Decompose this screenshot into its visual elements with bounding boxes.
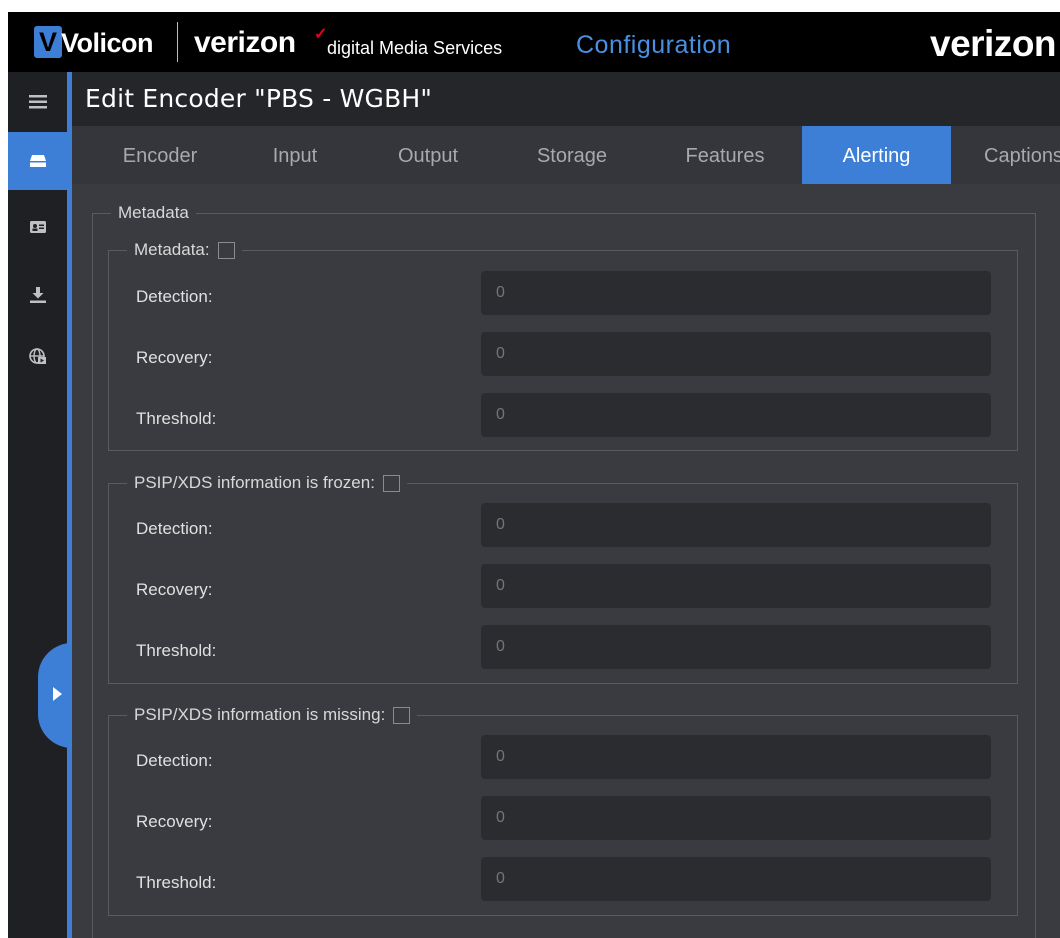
tab-captions[interactable]: Captions: [984, 126, 1060, 184]
detection-label: Detection:: [136, 519, 213, 538]
psip-frozen-detection-input[interactable]: [481, 503, 991, 547]
recovery-label: Recovery:: [136, 812, 213, 831]
tab-input[interactable]: Input: [243, 126, 347, 184]
alerting-content-panel: Metadata Metadata: Detection: Recovery: …: [72, 184, 1060, 938]
chevron-right-icon: [53, 687, 62, 701]
psip-missing-detection-input[interactable]: [481, 735, 991, 779]
verizon-right-wordmark: verizon: [930, 23, 1057, 64]
top-brand-bar: V Volicon verizon ✓ digital Media Servic…: [8, 12, 1060, 72]
tab-alerting[interactable]: Alerting: [802, 126, 951, 184]
threshold-label: Threshold:: [136, 873, 217, 892]
metadata-recovery-input[interactable]: [481, 332, 991, 376]
encoders-nav-button[interactable]: [8, 132, 68, 190]
metadata-section-title: Metadata: [118, 203, 189, 222]
psip-missing-legend: PSIP/XDS information is missing:: [127, 706, 417, 724]
menu-icon: [29, 95, 47, 109]
psip-frozen-checkbox[interactable]: [382, 474, 400, 492]
psip-missing-checkbox[interactable]: [393, 706, 411, 724]
tab-storage[interactable]: Storage: [507, 126, 637, 184]
metadata-alert-checkbox[interactable]: [217, 241, 235, 259]
verizon-wordmark: verizon: [194, 26, 296, 59]
metadata-threshold-input[interactable]: [481, 393, 991, 437]
globe-video-icon: [29, 348, 46, 364]
tab-bar: Encoder Input Output Storage Features Al…: [72, 126, 1060, 184]
brand-divider: [177, 22, 178, 62]
logo-letter: V: [39, 27, 58, 57]
page-title: Edit Encoder "PBS - WGBH": [85, 84, 433, 113]
encoder-icon: [30, 155, 46, 167]
metadata-alert-legend: Metadata:: [127, 241, 242, 259]
tab-output[interactable]: Output: [368, 126, 488, 184]
metadata-detection-input[interactable]: [481, 271, 991, 315]
tab-features[interactable]: Features: [660, 126, 790, 184]
psip-frozen-label: PSIP/XDS information is frozen:: [134, 473, 375, 492]
psip-frozen-threshold-input[interactable]: [481, 625, 991, 669]
digital-media-services-text: digital Media Services: [327, 38, 503, 58]
psip-missing-recovery-input[interactable]: [481, 796, 991, 840]
metadata-alert-label: Metadata:: [134, 240, 210, 259]
left-nav-rail: [8, 72, 68, 938]
psip-missing-threshold-input[interactable]: [481, 857, 991, 901]
detection-label: Detection:: [136, 287, 213, 306]
contact-card-icon: [30, 221, 46, 233]
download-nav-button[interactable]: [8, 268, 68, 322]
volicon-logo-mark: V: [34, 26, 62, 58]
menu-button[interactable]: [8, 72, 68, 132]
psip-missing-label: PSIP/XDS information is missing:: [134, 705, 386, 724]
recovery-label: Recovery:: [136, 348, 213, 367]
panel-expander-button[interactable]: [38, 643, 72, 748]
page-header: Edit Encoder "PBS - WGBH": [72, 72, 1060, 126]
psip-frozen-recovery-input[interactable]: [481, 564, 991, 608]
section-title: Configuration: [576, 31, 732, 59]
threshold-label: Threshold:: [136, 641, 217, 660]
threshold-label: Threshold:: [136, 409, 217, 428]
verizon-check-mark: ✓: [314, 26, 328, 43]
psip-frozen-legend: PSIP/XDS information is frozen:: [127, 474, 407, 492]
volicon-logo-text: Volicon: [61, 28, 154, 58]
detection-label: Detection:: [136, 751, 213, 770]
contacts-nav-button[interactable]: [8, 200, 68, 254]
streaming-nav-button[interactable]: [8, 330, 68, 384]
download-icon: [30, 287, 46, 303]
metadata-section-legend: Metadata: [111, 204, 196, 222]
tab-encoder[interactable]: Encoder: [90, 126, 230, 184]
recovery-label: Recovery:: [136, 580, 213, 599]
